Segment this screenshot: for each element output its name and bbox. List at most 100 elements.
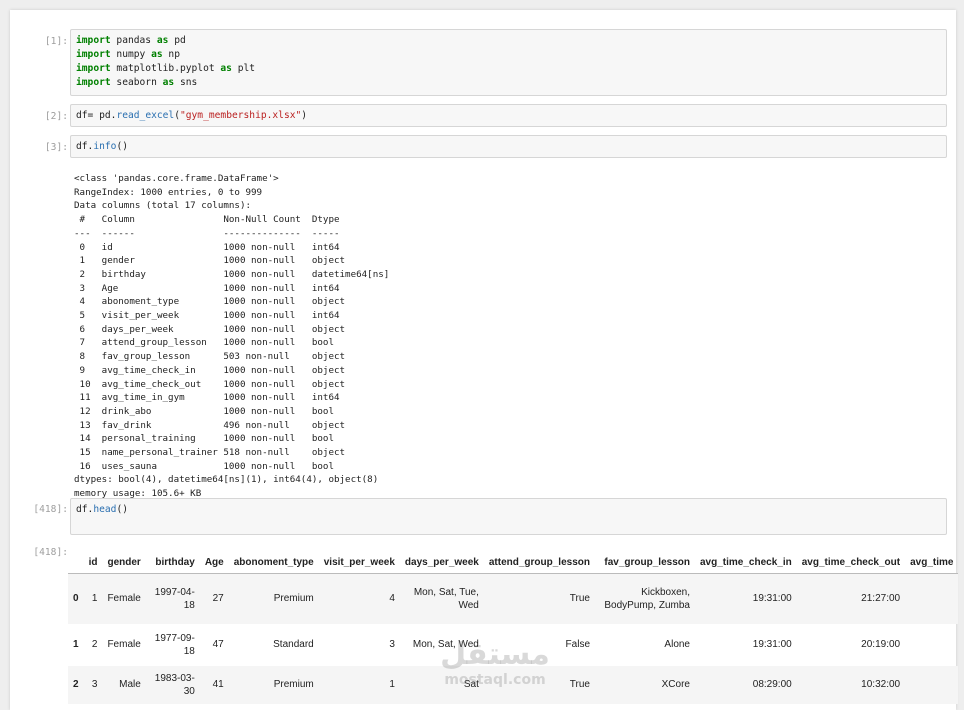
code-token: import (76, 35, 111, 46)
code-line: df.head() (76, 503, 941, 517)
code-token: import (76, 77, 111, 88)
row-index: 0 (68, 573, 84, 624)
table-cell: 1983-03-30 (145, 665, 200, 704)
table-row: 0 1 Female 1997-04-18 27 Premium 4 Mon, Sat, Tu… (68, 573, 959, 624)
table-cell: 08:29:00 (695, 665, 797, 704)
cell-prompt: [1]: (44, 36, 68, 47)
table-row: 1 2 Female 1977-09-18 47 Standard 3 Mon, Sat, W… (68, 624, 958, 666)
table-cell: True (483, 573, 595, 624)
table-cell: 19:31:00 (695, 573, 797, 624)
code-token: () (116, 141, 128, 152)
table-cell: 41 (199, 665, 229, 704)
table-cell: Mon, Sat, Wed (412, 639, 479, 650)
row-index: 1 (73, 639, 79, 650)
code-token: info (93, 141, 117, 152)
table-cell: Sat (399, 665, 484, 704)
code-token: () (116, 504, 128, 515)
table-cell: 10:32:00 (796, 665, 906, 704)
table-cell: 1 (83, 573, 103, 624)
column-header: id (83, 551, 103, 574)
table-cell: 20:19:00 (861, 639, 901, 650)
table-row: 2 3 Male 1983-03-30 41 Premium 1 Sat True XCore 08… (68, 665, 959, 704)
table-cell: 1977-09-18 (154, 632, 195, 657)
code-cell-head[interactable]: df.head() (70, 498, 947, 535)
table-cell: 3 (83, 665, 103, 704)
column-header: birthday (145, 551, 200, 574)
column-header: days_per_week (399, 551, 484, 574)
table-cell: 2 (91, 639, 98, 650)
column-header: avg_time_check_out (796, 551, 906, 574)
code-token: ) (301, 110, 308, 121)
column-header: gender (102, 551, 146, 574)
code-token: as (162, 77, 175, 88)
table-cell (905, 573, 959, 624)
code-line: import pandas as pd (76, 34, 941, 48)
table-header-row: id gender birthday Age abonoment_type visit_p… (68, 551, 959, 574)
info-output: <class 'pandas.core.frame.DataFrame'> Ra… (74, 173, 390, 500)
column-header: abonoment_type (228, 551, 319, 574)
column-header: attend_group_lesson (483, 551, 595, 574)
code-token: pd (168, 35, 186, 46)
table-cell: Standard (273, 639, 314, 650)
table-cell: True (483, 665, 595, 704)
code-token: import (76, 63, 111, 74)
dataframe-table: id gender birthday Age abonoment_type visit_p… (68, 551, 959, 704)
table-cell: Kickboxen, BodyPump, Zumba (595, 573, 695, 624)
code-token: matplotlib.pyplot (110, 63, 221, 74)
table-cell: Female (107, 639, 141, 650)
column-header: avg_time (905, 551, 959, 574)
table-cell: Female (102, 573, 146, 624)
column-header: visit_per_week (318, 551, 400, 574)
table-cell: Mon, Sat, Tue, Wed (399, 573, 484, 624)
code-cell-imports[interactable]: import pandas as pd import numpy as np imp… (70, 29, 947, 96)
output-prompt: [418]: (33, 547, 68, 558)
cell-prompt: [3]: (44, 142, 68, 153)
code-cell-info[interactable]: df.info() (70, 135, 947, 158)
code-token: as (151, 49, 163, 60)
table-cell: Alone (664, 639, 690, 650)
table-cell: 47 (212, 639, 224, 650)
code-token: numpy (110, 49, 152, 60)
column-header: avg_time_check_in (695, 551, 797, 574)
table-cell: 3 (389, 639, 395, 650)
cell-prompt: [418]: (33, 504, 68, 515)
table-cell: 27 (199, 573, 229, 624)
code-token: as (156, 35, 169, 46)
table-cell: Male (102, 665, 146, 704)
code-token: head (93, 504, 117, 515)
code-token: pandas (110, 35, 157, 46)
code-token: df. (76, 141, 94, 152)
code-token: df. (76, 504, 94, 515)
code-token: np (162, 49, 180, 60)
code-line: import matplotlib.pyplot as plt (76, 62, 941, 76)
column-header (68, 551, 84, 574)
row-index: 2 (68, 665, 84, 704)
table-cell: Premium (228, 573, 319, 624)
code-line: df= pd.read_excel("gym_membership.xlsx") (76, 109, 941, 123)
table-cell: 19:31:00 (752, 639, 792, 650)
column-header: Age (199, 551, 229, 574)
column-header: fav_group_lesson (595, 551, 695, 574)
code-token: read_excel (116, 110, 175, 121)
table-cell: 21:27:00 (796, 573, 906, 624)
code-cell-read-excel[interactable]: df= pd.read_excel("gym_membership.xlsx") (70, 104, 947, 127)
code-token: as (220, 63, 232, 74)
notebook: [1]: import pandas as pd import numpy as … (10, 10, 959, 710)
table-cell: 4 (318, 573, 400, 624)
table-cell (905, 665, 959, 704)
code-token: df= pd. (76, 110, 117, 121)
cell-prompt: [2]: (44, 111, 68, 122)
code-line: import seaborn as sns (76, 76, 941, 90)
code-token: sns (174, 77, 198, 88)
code-token: seaborn (110, 77, 163, 88)
table-cell: Premium (228, 665, 319, 704)
code-token: import (76, 49, 111, 60)
table-cell: False (565, 639, 590, 650)
table-cell: 1 (318, 665, 400, 704)
code-token: plt (231, 63, 256, 74)
code-token: "gym_membership.xlsx" (179, 110, 302, 121)
code-line: import numpy as np (76, 48, 941, 62)
code-line: df.info() (76, 140, 941, 154)
table-cell (905, 624, 958, 666)
table-cell: XCore (595, 665, 695, 704)
